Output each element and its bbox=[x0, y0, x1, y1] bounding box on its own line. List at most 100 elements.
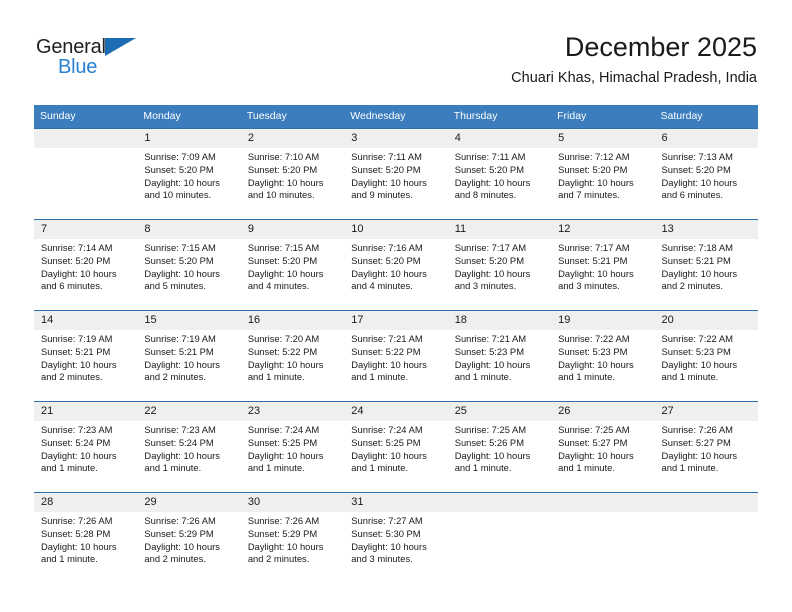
day-number[interactable]: 27 bbox=[655, 402, 758, 421]
day-cell[interactable] bbox=[34, 148, 137, 219]
day-cell[interactable]: Sunrise: 7:25 AM Sunset: 5:27 PM Dayligh… bbox=[551, 421, 654, 492]
day-cell[interactable]: Sunrise: 7:15 AM Sunset: 5:20 PM Dayligh… bbox=[241, 239, 344, 310]
day-number[interactable]: 18 bbox=[448, 311, 551, 330]
sunset-text: Sunset: 5:20 PM bbox=[558, 163, 628, 175]
day-number[interactable]: 3 bbox=[344, 129, 447, 148]
daylight-text-line1: Daylight: 10 hours bbox=[661, 267, 738, 279]
day-cell[interactable]: Sunrise: 7:25 AM Sunset: 5:26 PM Dayligh… bbox=[448, 421, 551, 492]
sunset-text: Sunset: 5:29 PM bbox=[247, 527, 318, 539]
day-number[interactable]: 5 bbox=[551, 129, 654, 148]
day-number[interactable]: 2 bbox=[241, 129, 344, 148]
day-cell[interactable]: Sunrise: 7:23 AM Sunset: 5:24 PM Dayligh… bbox=[137, 421, 240, 492]
day-cell[interactable]: Sunrise: 7:21 AM Sunset: 5:22 PM Dayligh… bbox=[344, 330, 447, 401]
day-cell[interactable]: Sunrise: 7:26 AM Sunset: 5:29 PM Dayligh… bbox=[241, 512, 344, 583]
day-number[interactable]: 20 bbox=[655, 311, 758, 330]
sunset-text: Sunset: 5:22 PM bbox=[351, 345, 421, 357]
day-cell[interactable]: Sunrise: 7:20 AM Sunset: 5:22 PM Dayligh… bbox=[241, 330, 344, 401]
sunset-text: Sunset: 5:20 PM bbox=[454, 163, 524, 175]
day-number[interactable]: 13 bbox=[655, 220, 758, 239]
day-cell[interactable] bbox=[448, 512, 551, 583]
day-cell[interactable]: Sunrise: 7:24 AM Sunset: 5:25 PM Dayligh… bbox=[241, 421, 344, 492]
sunset-text: Sunset: 5:20 PM bbox=[247, 163, 318, 175]
day-cell[interactable]: Sunrise: 7:14 AM Sunset: 5:20 PM Dayligh… bbox=[34, 239, 137, 310]
day-number[interactable] bbox=[448, 493, 551, 512]
sunset-text: Sunset: 5:25 PM bbox=[247, 436, 318, 448]
sunrise-text: Sunrise: 7:22 AM bbox=[661, 333, 733, 344]
daylight-text-line1: Daylight: 10 hours bbox=[661, 176, 738, 188]
day-number[interactable]: 17 bbox=[344, 311, 447, 330]
day-cell[interactable]: Sunrise: 7:22 AM Sunset: 5:23 PM Dayligh… bbox=[655, 330, 758, 401]
day-cell[interactable]: Sunrise: 7:09 AM Sunset: 5:20 PM Dayligh… bbox=[137, 148, 240, 219]
daylight-text-line2: and 2 minutes. bbox=[144, 371, 206, 383]
daylight-text-line1: Daylight: 10 hours bbox=[351, 267, 427, 279]
day-number[interactable]: 8 bbox=[137, 220, 240, 239]
day-number[interactable]: 21 bbox=[34, 402, 137, 421]
day-cell[interactable]: Sunrise: 7:26 AM Sunset: 5:29 PM Dayligh… bbox=[137, 512, 240, 583]
day-number[interactable]: 4 bbox=[448, 129, 551, 148]
daylight-text-line2: and 3 minutes. bbox=[351, 553, 413, 565]
day-number[interactable]: 30 bbox=[241, 493, 344, 512]
day-cell[interactable]: Sunrise: 7:22 AM Sunset: 5:23 PM Dayligh… bbox=[551, 330, 654, 401]
day-cell[interactable]: Sunrise: 7:27 AM Sunset: 5:30 PM Dayligh… bbox=[344, 512, 447, 583]
daylight-text-line1: Daylight: 10 hours bbox=[454, 176, 531, 188]
day-number[interactable]: 19 bbox=[551, 311, 654, 330]
sunrise-text: Sunrise: 7:26 AM bbox=[661, 424, 733, 435]
day-cell[interactable]: Sunrise: 7:19 AM Sunset: 5:21 PM Dayligh… bbox=[137, 330, 240, 401]
day-number[interactable]: 28 bbox=[34, 493, 137, 512]
day-cell[interactable]: Sunrise: 7:11 AM Sunset: 5:20 PM Dayligh… bbox=[448, 148, 551, 219]
day-cell[interactable]: Sunrise: 7:26 AM Sunset: 5:27 PM Dayligh… bbox=[655, 421, 758, 492]
day-number[interactable]: 11 bbox=[448, 220, 551, 239]
day-number[interactable]: 15 bbox=[137, 311, 240, 330]
day-cell[interactable]: Sunrise: 7:15 AM Sunset: 5:20 PM Dayligh… bbox=[137, 239, 240, 310]
day-number[interactable]: 29 bbox=[137, 493, 240, 512]
day-cell[interactable]: Sunrise: 7:24 AM Sunset: 5:25 PM Dayligh… bbox=[344, 421, 447, 492]
sunset-text: Sunset: 5:29 PM bbox=[144, 527, 214, 539]
sunrise-text: Sunrise: 7:11 AM bbox=[351, 151, 422, 162]
sunrise-text: Sunrise: 7:26 AM bbox=[144, 515, 216, 526]
weekday-header-sunday: Sunday bbox=[40, 110, 76, 122]
daylight-text-line2: and 1 minute. bbox=[558, 371, 615, 383]
day-cell[interactable]: Sunrise: 7:12 AM Sunset: 5:20 PM Dayligh… bbox=[551, 148, 654, 219]
day-cell[interactable]: Sunrise: 7:18 AM Sunset: 5:21 PM Dayligh… bbox=[655, 239, 758, 310]
sunset-text: Sunset: 5:20 PM bbox=[661, 163, 731, 175]
day-number[interactable]: 7 bbox=[34, 220, 137, 239]
day-cell[interactable]: Sunrise: 7:23 AM Sunset: 5:24 PM Dayligh… bbox=[34, 421, 137, 492]
daylight-text-line2: and 1 minute. bbox=[351, 371, 409, 383]
general-blue-logo[interactable]: General Blue bbox=[36, 36, 146, 80]
day-cell[interactable]: Sunrise: 7:13 AM Sunset: 5:20 PM Dayligh… bbox=[655, 148, 758, 219]
daylight-text-line1: Daylight: 10 hours bbox=[144, 540, 220, 552]
day-cell[interactable]: Sunrise: 7:19 AM Sunset: 5:21 PM Dayligh… bbox=[34, 330, 137, 401]
day-number[interactable]: 26 bbox=[551, 402, 654, 421]
daylight-text-line2: and 4 minutes. bbox=[351, 280, 413, 292]
day-number[interactable]: 9 bbox=[241, 220, 344, 239]
weekday-header-saturday: Saturday bbox=[660, 110, 703, 122]
day-cell[interactable] bbox=[655, 512, 758, 583]
day-number[interactable]: 31 bbox=[344, 493, 447, 512]
day-number[interactable]: 24 bbox=[344, 402, 447, 421]
day-number[interactable]: 25 bbox=[448, 402, 551, 421]
sunrise-text: Sunrise: 7:14 AM bbox=[41, 242, 113, 253]
day-number[interactable] bbox=[655, 493, 758, 512]
day-number[interactable]: 12 bbox=[551, 220, 654, 239]
day-number[interactable]: 14 bbox=[34, 311, 137, 330]
daylight-text-line1: Daylight: 10 hours bbox=[351, 176, 427, 188]
day-cell[interactable]: Sunrise: 7:11 AM Sunset: 5:20 PM Dayligh… bbox=[344, 148, 447, 219]
sunset-text: Sunset: 5:21 PM bbox=[558, 254, 628, 266]
day-cell[interactable]: Sunrise: 7:10 AM Sunset: 5:20 PM Dayligh… bbox=[241, 148, 344, 219]
day-number[interactable]: 16 bbox=[241, 311, 344, 330]
day-cell[interactable] bbox=[551, 512, 654, 583]
day-cell[interactable]: Sunrise: 7:16 AM Sunset: 5:20 PM Dayligh… bbox=[344, 239, 447, 310]
day-number[interactable] bbox=[551, 493, 654, 512]
day-cell[interactable]: Sunrise: 7:21 AM Sunset: 5:23 PM Dayligh… bbox=[448, 330, 551, 401]
day-cell[interactable]: Sunrise: 7:17 AM Sunset: 5:21 PM Dayligh… bbox=[551, 239, 654, 310]
day-number[interactable]: 6 bbox=[655, 129, 758, 148]
daylight-text-line2: and 1 minute. bbox=[661, 462, 719, 474]
day-number[interactable] bbox=[34, 129, 137, 148]
day-number[interactable]: 22 bbox=[137, 402, 240, 421]
day-number[interactable]: 1 bbox=[137, 129, 240, 148]
day-cell[interactable]: Sunrise: 7:26 AM Sunset: 5:28 PM Dayligh… bbox=[34, 512, 137, 583]
day-cell[interactable]: Sunrise: 7:17 AM Sunset: 5:20 PM Dayligh… bbox=[448, 239, 551, 310]
day-number[interactable]: 10 bbox=[344, 220, 447, 239]
daylight-text-line2: and 5 minutes. bbox=[144, 280, 206, 292]
day-number[interactable]: 23 bbox=[241, 402, 344, 421]
